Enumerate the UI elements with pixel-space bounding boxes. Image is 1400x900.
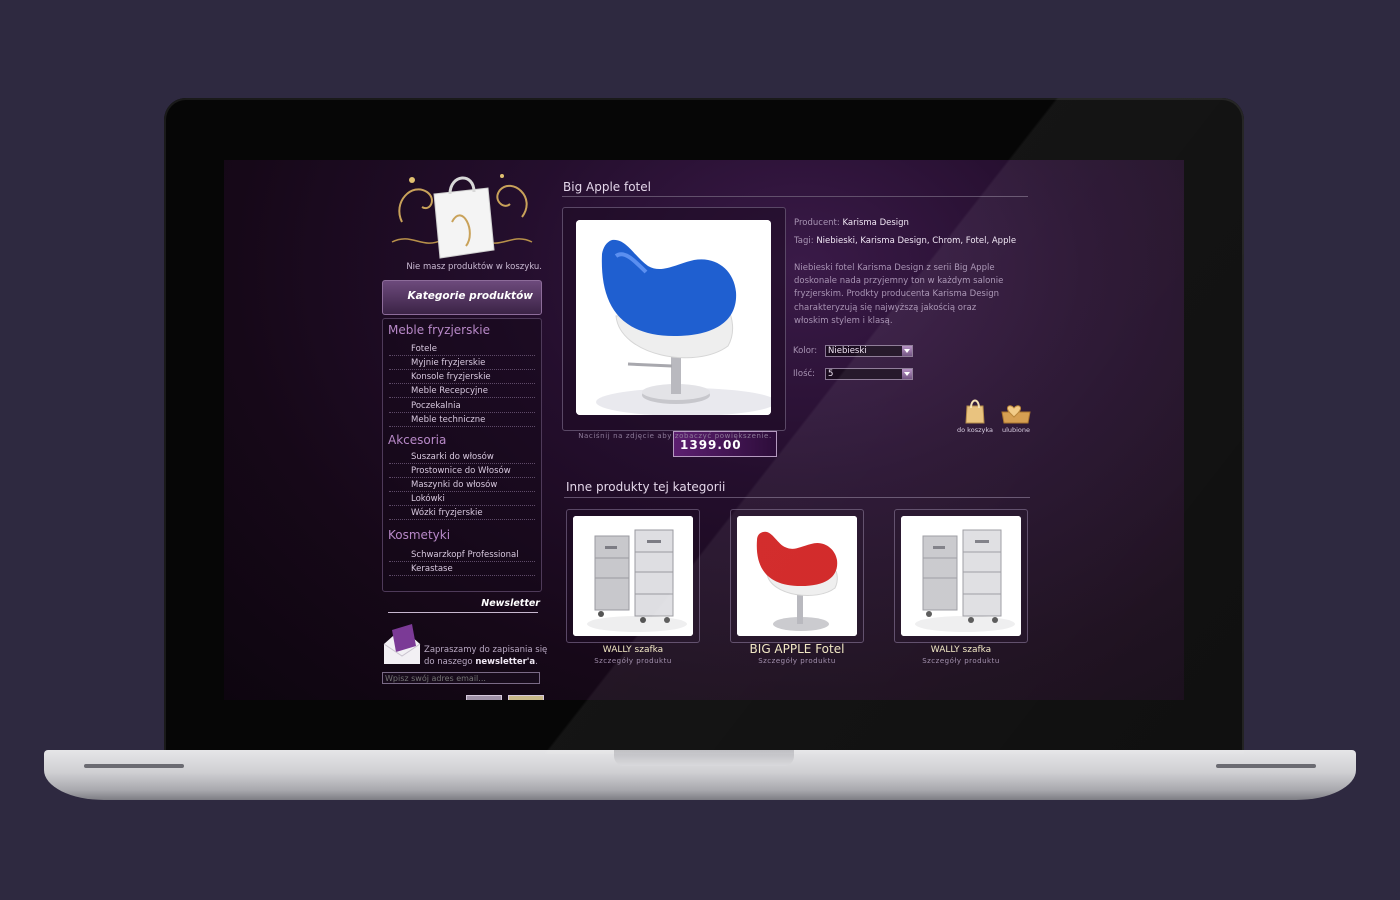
tags-line: Tagi: Niebieski, Karisma Design, Chrom, … xyxy=(794,236,1017,246)
blue-chair-image xyxy=(576,220,771,415)
laptop-base xyxy=(44,750,1356,800)
product-description: Niebieski fotel Karisma Design z serii B… xyxy=(794,263,1004,326)
category-item[interactable]: Meble techniczne xyxy=(389,414,535,427)
categories-header: Kategorie produktów xyxy=(382,280,542,315)
newsletter-title: Newsletter xyxy=(481,598,540,609)
quantity-select-value: 5 xyxy=(828,369,834,379)
category-item[interactable]: Meble Recepcyjne xyxy=(389,385,535,398)
category-item[interactable]: Lokówki xyxy=(389,493,535,506)
related-product-image[interactable] xyxy=(901,516,1021,636)
category-item[interactable]: Schwarzkopf Professional xyxy=(389,549,535,562)
related-product-frame[interactable] xyxy=(894,509,1028,643)
newsletter-unsubscribe-button[interactable] xyxy=(466,695,502,700)
laptop-vent xyxy=(84,764,184,768)
laptop-hinge-notch xyxy=(614,750,794,766)
image-caption: Naciśnij na zdjęcie aby zobaczyć powięks… xyxy=(578,432,772,440)
related-title: Inne produkty tej kategorii xyxy=(566,480,726,494)
newsletter-divider xyxy=(388,612,538,613)
cart-empty-text: Nie masz produktów w koszyku. xyxy=(406,262,542,272)
cabinet-image xyxy=(573,516,693,636)
laptop-vent xyxy=(1216,764,1316,768)
product-image[interactable] xyxy=(576,220,771,415)
favorites-button[interactable]: ulubione xyxy=(994,404,1038,434)
category-item[interactable]: Kerastase xyxy=(389,563,535,576)
color-select[interactable]: Niebieski xyxy=(825,345,913,357)
categories-box: Meble fryzjerskie Fotele Myjnie fryzjers… xyxy=(382,318,542,592)
related-product-details-link[interactable]: Szczegóły produktu xyxy=(730,657,864,665)
add-to-cart-label: do koszyka xyxy=(957,426,993,434)
newsletter-email-input[interactable] xyxy=(382,672,540,684)
shopping-bag-logo-icon[interactable] xyxy=(382,162,542,262)
related-product-name[interactable]: WALLY szafka xyxy=(566,645,700,655)
category-group-title[interactable]: Meble fryzjerskie xyxy=(388,323,490,337)
producer-link[interactable]: Karisma Design xyxy=(842,218,908,228)
category-item[interactable]: Poczekalnia xyxy=(389,400,535,413)
category-item[interactable]: Myjnie fryzjerskie xyxy=(389,357,535,370)
color-select-value: Niebieski xyxy=(828,346,867,356)
category-item[interactable]: Suszarki do włosów xyxy=(389,451,535,464)
related-product-name[interactable]: WALLY szafka xyxy=(894,645,1028,655)
title-divider xyxy=(562,196,1028,197)
related-product-frame[interactable] xyxy=(566,509,700,643)
envelope-icon xyxy=(383,624,421,664)
tags-links[interactable]: Niebieski, Karisma Design, Chrom, Fotel,… xyxy=(816,236,1016,246)
favorites-label: ulubione xyxy=(1001,426,1031,434)
quantity-select[interactable]: 5 xyxy=(825,368,913,380)
category-item[interactable]: Maszynki do włosów xyxy=(389,479,535,492)
related-product-image[interactable] xyxy=(737,516,857,636)
category-item[interactable]: Fotele xyxy=(389,343,535,356)
categories-header-label: Kategorie produktów xyxy=(407,290,533,302)
quantity-label: Ilość: xyxy=(793,369,816,379)
related-divider xyxy=(564,497,1030,498)
related-product-image[interactable] xyxy=(573,516,693,636)
related-product-frame[interactable] xyxy=(730,509,864,643)
product-image-frame[interactable]: 1399.00 xyxy=(562,207,786,457)
red-chair-image xyxy=(737,516,857,636)
cabinet-image xyxy=(901,516,1021,636)
laptop-bezel: Nie masz produktów w koszyku. Kategorie … xyxy=(164,98,1244,754)
category-item[interactable]: Prostownice do Włosów xyxy=(389,465,535,478)
newsletter-subscribe-button[interactable] xyxy=(508,695,544,700)
category-item[interactable]: Wózki fryzjerskie xyxy=(389,507,535,520)
add-to-cart-button[interactable]: do koszyka xyxy=(953,398,997,434)
category-group-title[interactable]: Kosmetyki xyxy=(388,528,450,542)
category-group-title[interactable]: Akcesoria xyxy=(388,433,446,447)
category-item[interactable]: Konsole fryzjerskie xyxy=(389,371,535,384)
newsletter-link[interactable]: newsletter'a xyxy=(475,657,535,667)
related-product-details-link[interactable]: Szczegóły produktu xyxy=(566,657,700,665)
color-label: Kolor: xyxy=(793,346,818,356)
heart-box-icon xyxy=(1001,405,1031,424)
product-title: Big Apple fotel xyxy=(563,180,651,194)
newsletter-text: Zapraszamy do zapisania się do naszego n… xyxy=(424,645,548,667)
shopping-bag-icon xyxy=(965,399,985,424)
producer-line: Producent: Karisma Design xyxy=(794,218,909,228)
chevron-down-icon[interactable] xyxy=(902,369,912,379)
related-product-details-link[interactable]: Szczegóły produktu xyxy=(894,657,1028,665)
chevron-down-icon[interactable] xyxy=(902,346,912,356)
related-product-name[interactable]: BIG APPLE Fotel xyxy=(730,642,864,656)
screen: Nie masz produktów w koszyku. Kategorie … xyxy=(224,160,1184,700)
